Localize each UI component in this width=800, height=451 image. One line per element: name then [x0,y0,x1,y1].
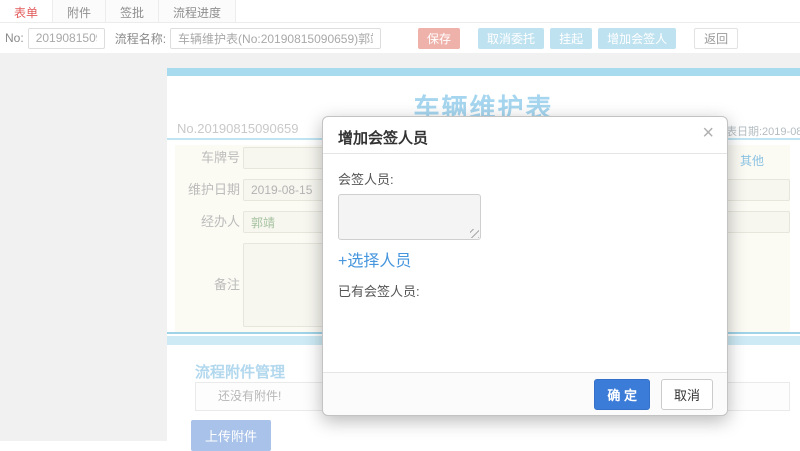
add-countersign-button[interactable]: 增加会签人 [598,27,677,49]
save-button[interactable]: 保存 [418,27,461,49]
tab-sign[interactable]: 签批 [106,0,160,22]
confirm-button[interactable]: 确 定 [594,378,650,410]
modal-body: 会签人员: +选择人员 已有会签人员: [323,154,727,315]
process-name-input[interactable] [170,27,382,49]
tab-attachment[interactable]: 附件 [53,0,107,22]
existing-countersign-label: 已有会签人员: [338,284,420,299]
tab-progress[interactable]: 流程进度 [159,0,237,22]
close-icon[interactable]: × [702,123,714,143]
modal-footer: 确 定 取消 [323,372,727,415]
process-name-label: 流程名称: [114,31,167,46]
back-button[interactable]: 返回 [694,27,739,49]
add-countersign-modal: 增加会签人员 × 会签人员: +选择人员 已有会签人员: 确 定 取消 [322,116,728,416]
other-link[interactable]: 其他 [740,152,764,169]
toolbar: No: 流程名称: 保存 取消委托 挂起 增加会签人 返回 [0,23,800,53]
tab-form[interactable]: 表单 [0,0,54,22]
tab-bar: 表单 附件 签批 流程进度 [0,0,800,23]
select-person-link[interactable]: +选择人员 [338,247,712,271]
cancel-delegate-button[interactable]: 取消委托 [478,27,545,49]
cancel-button[interactable]: 取消 [660,378,713,410]
countersign-person-textarea[interactable] [338,194,481,240]
remark-label: 备注 [213,277,240,292]
maintain-date-label: 维护日期 [187,182,240,197]
panel-accent-bar [167,68,800,76]
upload-attachment-button[interactable]: 上传附件 [191,420,272,451]
resize-handle-icon[interactable] [470,229,479,238]
modal-title: 增加会签人员 [338,130,429,147]
plate-number-label: 车牌号 [200,150,240,165]
attachments-section-title: 流程附件管理 [195,364,286,381]
no-label: No: [5,31,24,45]
form-no-text: No.20190815090659 [177,121,299,136]
countersign-person-label: 会签人员: [338,172,394,187]
operator-label: 经办人 [200,214,240,229]
suspend-button[interactable]: 挂起 [550,27,593,49]
modal-header: 增加会签人员 × [323,117,727,154]
no-input[interactable] [27,27,105,49]
